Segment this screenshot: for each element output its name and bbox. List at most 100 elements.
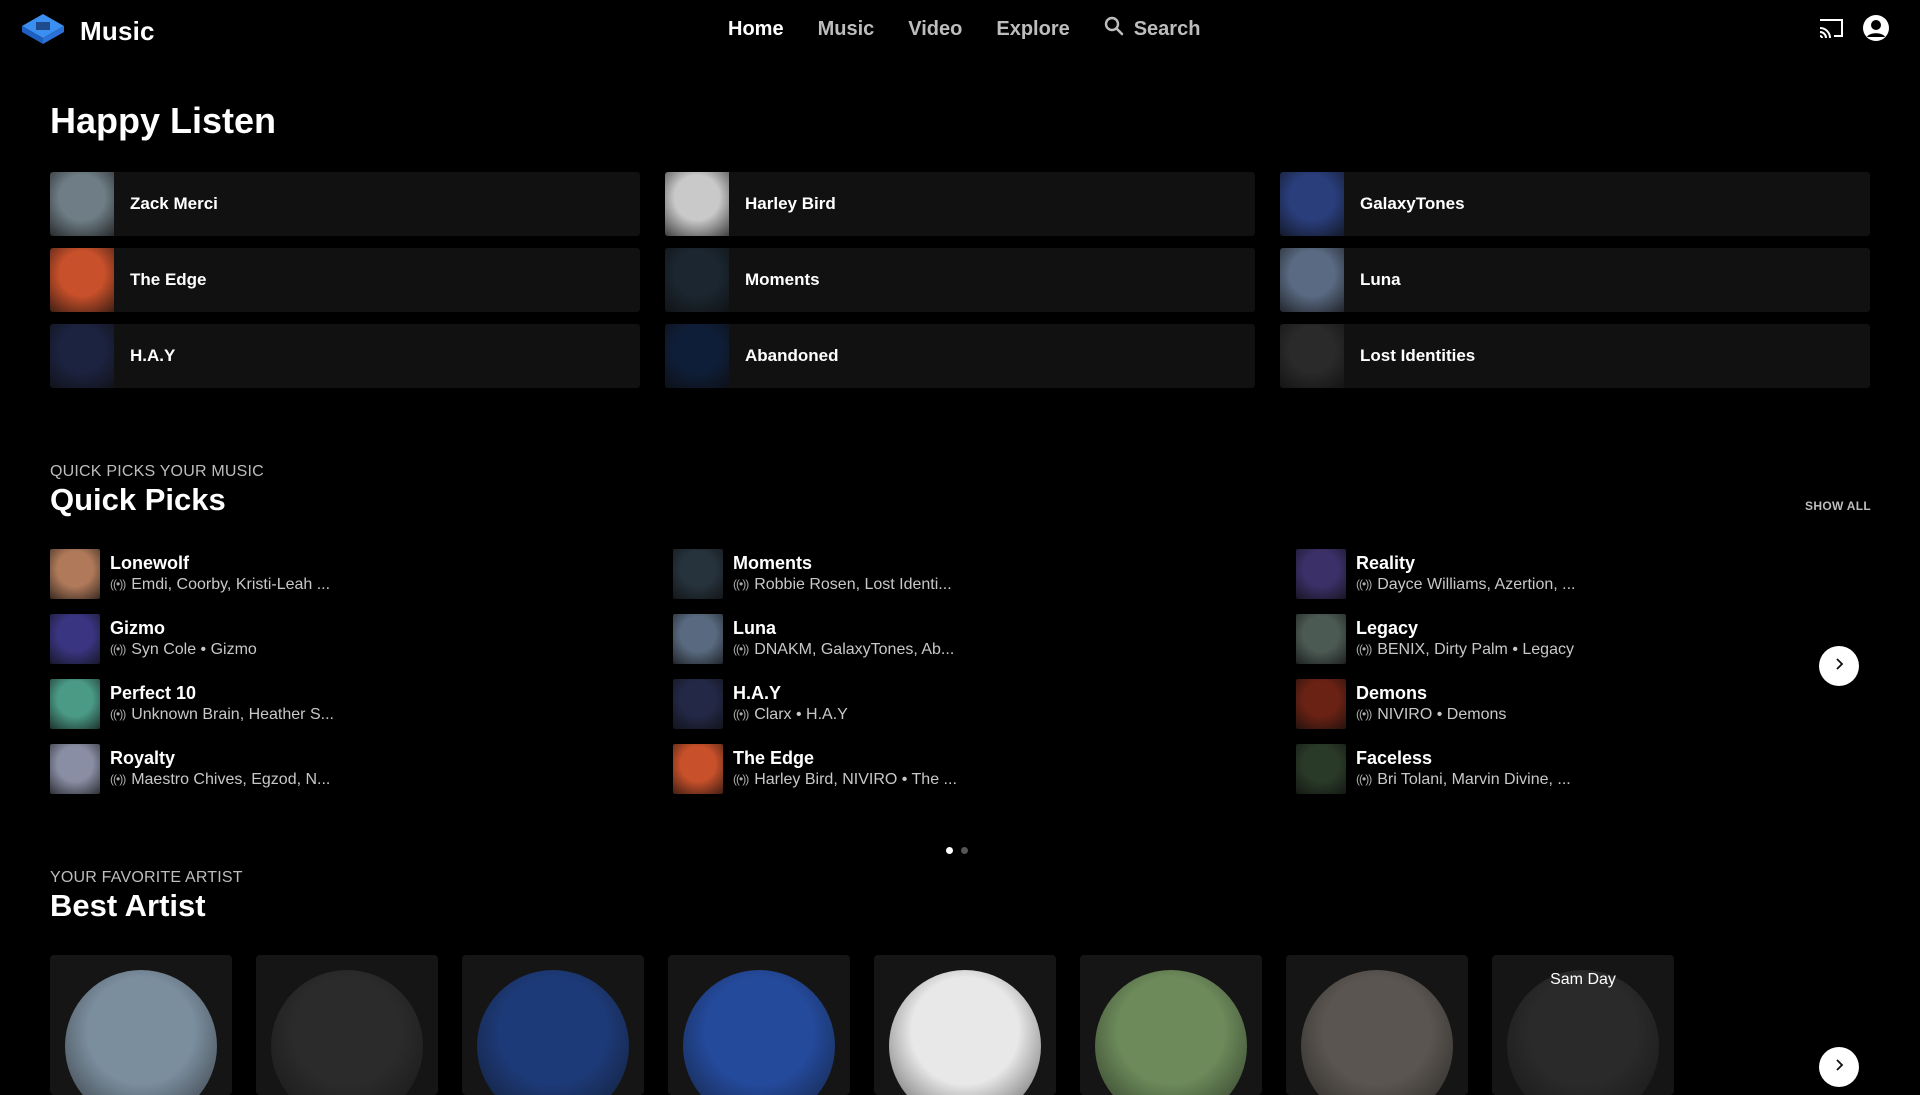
item-label: Abandoned (745, 346, 839, 365)
happy-listen-item[interactable]: Zack Merci (50, 172, 640, 236)
track-title: Demons (1356, 683, 1428, 703)
nav-video[interactable]: Video (908, 18, 962, 41)
track-item[interactable]: Gizmo ((•)) Syn Cole • Gizmo (50, 614, 673, 664)
artist-card[interactable]: Sam Day (1492, 955, 1674, 1095)
radio-icon: ((•)) (1356, 707, 1372, 721)
track-item[interactable]: Royalty ((•)) Maestro Chives, Egzod, N... (50, 744, 673, 794)
artist-card[interactable] (1286, 955, 1468, 1095)
cover-art (50, 248, 114, 312)
track-subtitle: BENIX, Dirty Palm • Legacy (1377, 641, 1574, 658)
track-title: Reality (1356, 553, 1416, 573)
track-item[interactable]: Perfect 10 ((•)) Unknown Brain, Heather S.… (50, 679, 673, 729)
chevron-right-icon (1832, 657, 1846, 676)
track-item[interactable]: Demons ((•)) NIVIRO • Demons (1296, 679, 1856, 729)
search-label: Search (1133, 17, 1201, 40)
track-title: Royalty (110, 748, 176, 768)
carousel-dots (946, 847, 968, 854)
track-item[interactable]: Legacy ((•)) BENIX, Dirty Palm • Legacy (1296, 614, 1856, 664)
item-label: Harley Bird (745, 194, 836, 213)
nav-music[interactable]: Music (818, 18, 875, 41)
track-item[interactable]: The Edge ((•)) Harley Bird, NIVIRO • The .… (673, 744, 1296, 794)
track-title: Lonewolf (110, 553, 189, 573)
item-label: H.A.Y (130, 346, 176, 365)
carousel-dot[interactable] (961, 847, 968, 854)
radio-icon: ((•)) (110, 577, 126, 591)
cast-icon[interactable] (1818, 17, 1844, 44)
cover-art (50, 324, 114, 388)
cover-art (1280, 172, 1344, 236)
carousel-dot-active[interactable] (946, 847, 953, 854)
artist-avatar (889, 970, 1041, 1095)
track-subtitle: Clarx • H.A.Y (754, 706, 848, 723)
track-item[interactable]: Moments ((•)) Robbie Rosen, Lost Identi... (673, 549, 1296, 599)
happy-listen-item[interactable]: Abandoned (665, 324, 1255, 388)
artist-card[interactable] (50, 955, 232, 1095)
top-bar: Music Home Music Video Explore Search (0, 0, 1920, 60)
header-actions (1818, 14, 1890, 47)
track-title: The Edge (733, 748, 815, 768)
track-item[interactable]: Lonewolf ((•)) Emdi, Coorby, Kristi-Leah .… (50, 549, 673, 599)
cover-art (50, 172, 114, 236)
happy-listen-item[interactable]: H.A.Y (50, 324, 640, 388)
chevron-right-icon (1832, 1058, 1846, 1077)
cover-art (665, 248, 729, 312)
happy-listen-item[interactable]: GalaxyTones (1280, 172, 1870, 236)
cover-art (1296, 679, 1346, 729)
radio-icon: ((•)) (1356, 642, 1372, 656)
item-label: Zack Merci (130, 194, 218, 213)
best-artist-kicker: YOUR FAVORITE ARTIST (50, 869, 243, 886)
artist-card[interactable] (668, 955, 850, 1095)
artist-name: Sam Day (1550, 971, 1616, 988)
artist-card[interactable] (874, 955, 1056, 1095)
happy-listen-item[interactable]: Lost Identities (1280, 324, 1870, 388)
artist-row: Sam Day (50, 955, 1674, 1095)
radio-icon: ((•)) (110, 707, 126, 721)
track-item[interactable]: Faceless ((•)) Bri Tolani, Marvin Divine, … (1296, 744, 1856, 794)
track-subtitle: Syn Cole • Gizmo (131, 641, 257, 658)
track-subtitle: Harley Bird, NIVIRO • The ... (754, 771, 957, 788)
brand[interactable]: Music (20, 12, 155, 51)
artist-card[interactable] (462, 955, 644, 1095)
track-item[interactable]: Reality ((•)) Dayce Williams, Azertion, ..… (1296, 549, 1856, 599)
track-subtitle: Maestro Chives, Egzod, N... (131, 771, 331, 788)
artist-card[interactable] (1080, 955, 1262, 1095)
item-label: Luna (1360, 270, 1401, 289)
logo-icon (20, 12, 66, 51)
happy-listen-item[interactable]: Luna (1280, 248, 1870, 312)
happy-listen-grid: Zack Merci Harley Bird GalaxyTones The E… (50, 172, 1870, 388)
track-subtitle: DNAKM, GalaxyTones, Ab... (754, 641, 955, 658)
quick-picks-next-button[interactable] (1819, 646, 1859, 686)
artist-card[interactable] (256, 955, 438, 1095)
track-subtitle: Robbie Rosen, Lost Identi... (754, 576, 952, 593)
cover-art (50, 679, 100, 729)
quick-picks-grid: Lonewolf ((•)) Emdi, Coorby, Kristi-Leah .… (50, 549, 1856, 794)
track-subtitle: Bri Tolani, Marvin Divine, ... (1377, 771, 1571, 788)
track-item[interactable]: Luna ((•)) DNAKM, GalaxyTones, Ab... (673, 614, 1296, 664)
track-title: Perfect 10 (110, 683, 197, 703)
cover-art (1296, 549, 1346, 599)
happy-listen-item[interactable]: The Edge (50, 248, 640, 312)
artists-next-button[interactable] (1819, 1047, 1859, 1087)
radio-icon: ((•)) (733, 707, 749, 721)
track-title: Faceless (1356, 748, 1433, 768)
nav-home[interactable]: Home (728, 18, 784, 41)
track-title: Gizmo (110, 618, 166, 638)
artist-avatar (65, 970, 217, 1095)
best-artist-title: Best Artist (50, 888, 206, 923)
radio-icon: ((•)) (110, 642, 126, 656)
cover-art (1280, 248, 1344, 312)
radio-icon: ((•)) (1356, 577, 1372, 591)
item-label: Lost Identities (1360, 346, 1476, 365)
show-all-link[interactable]: SHOW ALL (1805, 499, 1871, 513)
cover-art (50, 744, 100, 794)
artist-avatar (271, 970, 423, 1095)
track-item[interactable]: H.A.Y ((•)) Clarx • H.A.Y (673, 679, 1296, 729)
cover-art (665, 172, 729, 236)
item-label: Moments (745, 270, 820, 289)
nav-explore[interactable]: Explore (996, 18, 1069, 41)
account-icon[interactable] (1862, 14, 1890, 47)
happy-listen-item[interactable]: Harley Bird (665, 172, 1255, 236)
search-button[interactable]: Search (1104, 16, 1201, 42)
happy-listen-item[interactable]: Moments (665, 248, 1255, 312)
brand-name: Music (80, 16, 155, 46)
